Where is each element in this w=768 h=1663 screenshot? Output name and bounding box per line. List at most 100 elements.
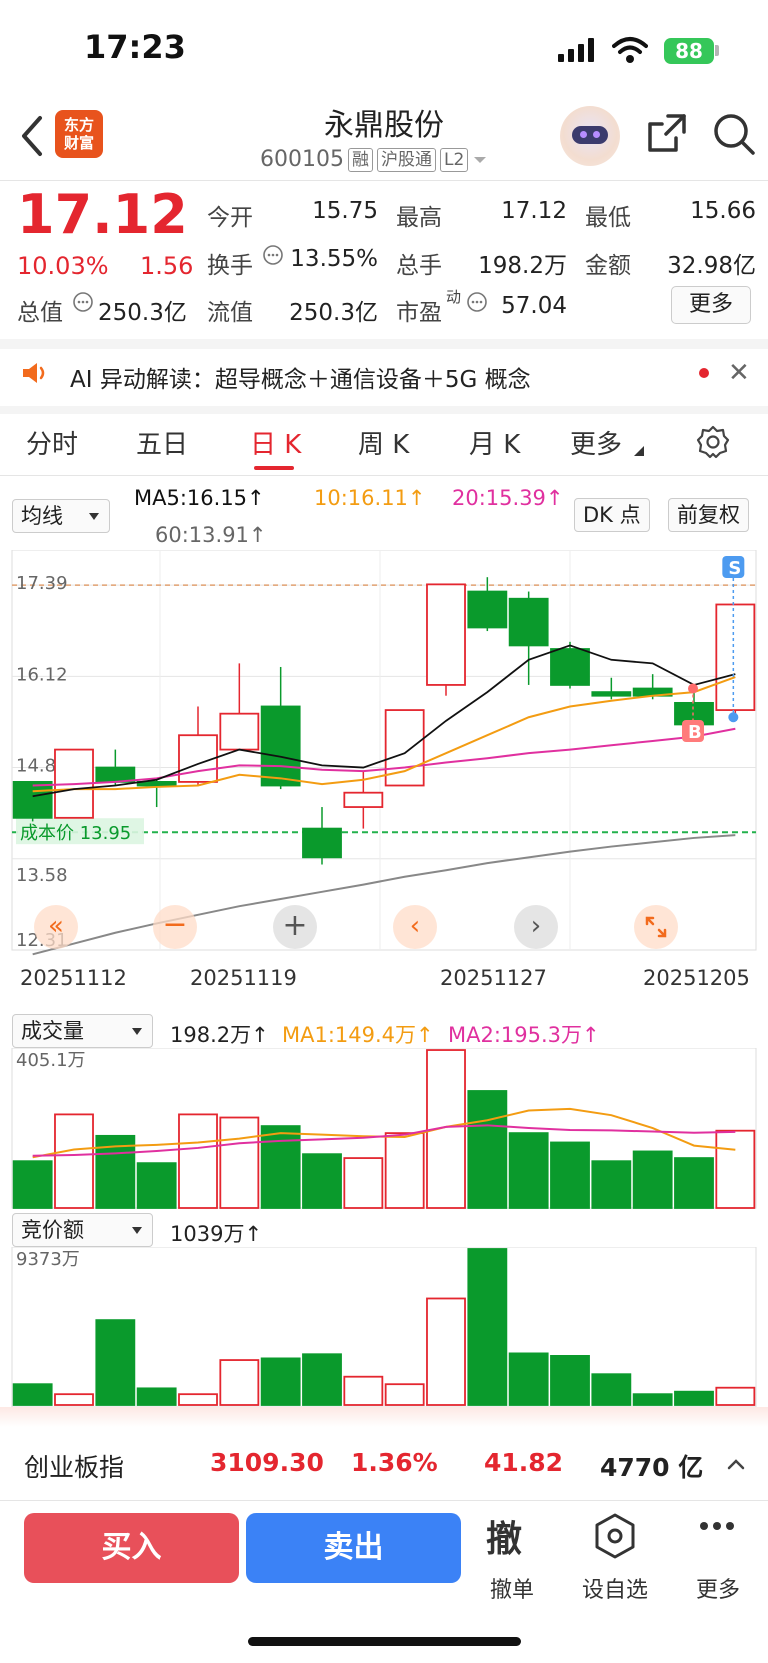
panel-shadow — [0, 1407, 768, 1427]
tab-day-k[interactable]: 日 K — [250, 424, 301, 461]
watchlist-icon[interactable] — [593, 1512, 637, 1560]
auction-bar — [426, 1297, 466, 1406]
price-change: 1.56 — [140, 252, 194, 280]
ma10-label: 10:16.11↑ — [314, 486, 426, 510]
sell-signal-label: S — [728, 558, 741, 579]
kline-chart[interactable]: 成本价 13.9517.3916.1214.8513.5812.31BS — [0, 550, 768, 960]
amount-label: 金额 — [585, 253, 631, 279]
turnover-value: 13.55% — [290, 246, 378, 272]
adjust-button[interactable]: 前复权 — [668, 498, 749, 532]
stock-code-line[interactable]: 600105 融 沪股通 L2 — [260, 147, 488, 172]
tab-week-k[interactable]: 周 K — [358, 424, 409, 461]
volume-bar — [467, 1090, 508, 1209]
tag-margin: 融 — [347, 147, 373, 172]
volume-max-label: 405.1万 — [16, 1050, 86, 1071]
mktcap-label: 总值 — [17, 300, 63, 326]
settings-gear-icon[interactable] — [696, 425, 730, 459]
more-label[interactable]: 更多 — [678, 1572, 758, 1604]
candle-body — [591, 691, 632, 697]
auction-bar — [178, 1393, 218, 1406]
wifi-icon — [612, 37, 648, 63]
open-label: 今开 — [207, 205, 253, 231]
candle-body — [467, 590, 508, 629]
candle-body — [343, 791, 384, 808]
x-tick-label: 20251112 — [20, 966, 127, 990]
volume-chart: 405.1万 — [11, 1048, 757, 1209]
more-dots-icon[interactable] — [700, 1522, 736, 1532]
volume-bar — [178, 1113, 218, 1209]
buy-signal-label: B — [688, 722, 702, 743]
auction-bar — [54, 1393, 94, 1406]
auction-value: 1039万↑ — [170, 1222, 263, 1246]
tag-connect: 沪股通 — [376, 147, 436, 172]
auction-bar — [12, 1383, 53, 1406]
volume-select[interactable]: 成交量 — [12, 1014, 153, 1048]
auction-bar — [550, 1355, 590, 1406]
volume-bar — [674, 1157, 714, 1209]
stock-code: 600105 — [260, 147, 344, 172]
tab-month-k[interactable]: 月 K — [469, 424, 520, 461]
index-amount: 4770 亿 — [600, 1453, 704, 1482]
auction-select[interactable]: 竞价额 — [12, 1213, 153, 1247]
search-icon[interactable] — [712, 112, 756, 156]
buy-button[interactable]: 买入 — [24, 1513, 239, 1583]
volume-bar — [384, 1132, 425, 1209]
share-icon[interactable] — [646, 112, 688, 154]
home-indicator — [248, 1637, 521, 1646]
volume-bar — [591, 1160, 632, 1209]
pe-value: 57.04 — [501, 293, 567, 319]
battery-icon: 88 — [664, 38, 714, 64]
pe-superscript: 动 — [446, 288, 462, 306]
auction-bar — [674, 1390, 714, 1406]
ma60-label: 60:13.91↑ — [155, 523, 267, 547]
more-quote-button[interactable]: 更多 — [671, 286, 751, 324]
zoom-out-button[interactable]: − — [153, 905, 197, 949]
ma60-line — [32, 834, 736, 956]
add-watchlist-label[interactable]: 设自选 — [575, 1572, 655, 1604]
auction-bar — [384, 1383, 425, 1406]
buy-signal-dot — [688, 683, 698, 694]
y-tick-label: 16.12 — [16, 664, 68, 685]
corner-triangle-icon — [634, 446, 644, 456]
x-tick-label: 20251119 — [190, 966, 297, 990]
tab-five-day[interactable]: 五日 — [136, 424, 188, 461]
ma-select[interactable]: 均线 — [12, 499, 110, 533]
close-icon[interactable]: ✕ — [728, 358, 750, 388]
volume-bar — [260, 1125, 301, 1209]
tab-intraday[interactable]: 分时 — [26, 424, 78, 461]
back-icon[interactable] — [18, 114, 48, 158]
float-label: 流值 — [207, 300, 253, 326]
ai-insight-text[interactable]: AI 异动解读：超导概念＋通信设备＋5G 概念 — [70, 360, 531, 394]
candle-body — [302, 827, 342, 859]
pe-label: 市盈 — [396, 300, 442, 326]
tab-more[interactable]: 更多 — [570, 424, 622, 461]
dropdown-icon — [474, 156, 487, 163]
zoom-in-button[interactable]: + — [273, 905, 317, 949]
scroll-right-button[interactable]: › — [514, 905, 558, 949]
date-axis: 20251112 20251119 20251127 20251205 — [0, 962, 768, 992]
x-tick-label: 20251205 — [643, 966, 750, 990]
cancel-order-label[interactable]: 撤单 — [472, 1572, 552, 1604]
cancel-order-glyph[interactable]: 撤 — [486, 1510, 522, 1562]
volume-value: 198.2万 — [478, 253, 567, 279]
y-tick-label: 13.58 — [16, 865, 68, 886]
open-value: 15.75 — [312, 198, 378, 224]
unread-dot — [699, 368, 709, 378]
sell-button[interactable]: 卖出 — [246, 1513, 461, 1583]
chevron-up-icon[interactable] — [726, 1456, 746, 1472]
amount-value: 32.98亿 — [667, 253, 756, 279]
current-price: 17.12 — [17, 183, 188, 246]
volume-bar — [715, 1129, 756, 1209]
high-value: 17.12 — [501, 198, 567, 224]
auction-bar — [219, 1359, 260, 1406]
volume-bar — [136, 1162, 177, 1209]
scroll-left-button[interactable]: ‹ — [393, 905, 437, 949]
index-name[interactable]: 创业板指 — [24, 1448, 124, 1484]
info-icon[interactable] — [466, 291, 488, 313]
info-icon[interactable] — [72, 291, 94, 313]
auction-bar — [302, 1353, 342, 1406]
volume-bar — [302, 1153, 342, 1209]
scroll-left-far-button[interactable]: « — [34, 905, 78, 949]
dk-point-button[interactable]: DK 点 — [574, 498, 650, 532]
fullscreen-icon[interactable] — [634, 905, 678, 949]
